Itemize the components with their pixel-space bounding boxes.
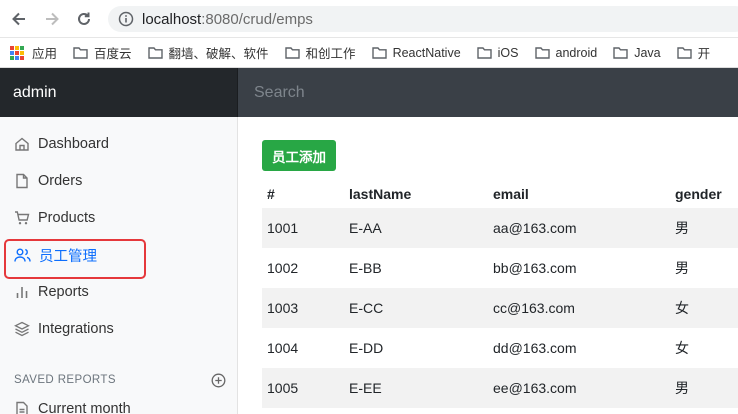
cell-lastname: E-EE (349, 380, 382, 396)
saved-reports-heading: SAVED REPORTS (14, 374, 116, 386)
address-bar[interactable]: localhost:8080/crud/emps (108, 6, 738, 32)
back-button[interactable] (9, 9, 29, 29)
folder-icon (147, 46, 163, 59)
bookmark-label: iOS (497, 45, 519, 60)
add-employee-button[interactable]: 员工添加 (262, 140, 336, 171)
bookmark-label: android (555, 45, 598, 60)
sidebar-item-integrations[interactable]: Integrations (14, 317, 114, 341)
cell-id: 1001 (267, 220, 299, 236)
cell-id: 1005 (267, 380, 299, 396)
sidebar-item-label: Orders (38, 173, 83, 189)
sidebar-item-label: Integrations (38, 321, 114, 337)
saved-report-current-month[interactable]: Current month (14, 397, 131, 414)
highlight-annotation-box (4, 239, 146, 279)
bookmark-folder[interactable]: Java (613, 45, 661, 60)
bookmark-folder[interactable]: ReactNative (371, 45, 461, 60)
column-header: lastName (349, 186, 412, 202)
folder-icon (676, 46, 692, 59)
cell-gender: 男 (675, 220, 689, 236)
column-header: gender (675, 186, 722, 202)
bookmark-label: 翻墙、破解、软件 (168, 47, 269, 61)
cell-email: aa@163.com (493, 220, 577, 236)
column-header: # (267, 186, 275, 202)
reload-button[interactable] (74, 9, 94, 29)
url-host: localhost (142, 10, 202, 28)
sidebar-item-label: Dashboard (38, 136, 109, 152)
bookmark-label: ReactNative (392, 45, 461, 60)
file-icon (16, 173, 28, 189)
sidebar-item-dashboard[interactable]: Dashboard (14, 132, 109, 156)
url-path: :8080/crud/emps (201, 10, 313, 28)
bar-chart-icon (16, 287, 28, 298)
cell-email: bb@163.com (493, 260, 577, 276)
main-content: 员工添加 # lastName email gender 1001 E-AA a… (238, 117, 738, 414)
sidebar-item-products[interactable]: Products (14, 206, 95, 230)
bookmark-label: 应用 (32, 47, 58, 61)
search-input[interactable]: Search (238, 68, 738, 117)
bookmark-folder[interactable]: 翻墙、破解、软件 (147, 43, 269, 62)
cell-lastname: E-AA (349, 220, 382, 236)
sidebar-item-label: Current month (38, 401, 131, 414)
bookmark-folder[interactable]: iOS (476, 45, 519, 60)
sidebar-item-label: Reports (38, 284, 89, 300)
home-icon (15, 137, 29, 151)
cell-gender: 男 (675, 380, 689, 396)
cell-lastname: E-DD (349, 340, 384, 356)
arrow-right-icon (46, 12, 59, 26)
file-text-icon (16, 401, 28, 414)
table-header-row: # lastName email gender (262, 179, 738, 211)
bookmark-label: 和创工作 (305, 47, 356, 61)
table-row: 1004 E-DD dd@163.com 女 (262, 328, 738, 368)
table-row: 1005 E-EE ee@163.com 男 (262, 368, 738, 408)
cell-gender: 女 (675, 300, 689, 316)
bookmark-label: 开 (697, 47, 711, 61)
cell-id: 1002 (267, 260, 299, 276)
bookmark-apps[interactable]: 应用 (10, 43, 57, 62)
arrow-left-icon (12, 12, 25, 26)
cell-id: 1003 (267, 300, 299, 316)
plus-circle-icon[interactable] (211, 373, 226, 388)
cell-gender: 男 (675, 260, 689, 276)
sidebar-item-label: Products (38, 210, 96, 226)
browser-toolbar: localhost:8080/crud/emps (0, 0, 738, 38)
sidebar-item-reports[interactable]: Reports (14, 280, 89, 304)
table-row: 1002 E-BB bb@163.com 男 (262, 248, 738, 288)
cart-icon (15, 211, 30, 225)
folder-icon (613, 46, 628, 59)
cell-email: cc@163.com (493, 300, 575, 316)
cell-id: 1004 (267, 340, 299, 356)
bookmark-label: 百度云 (94, 47, 132, 61)
column-header: email (493, 186, 529, 202)
table-row: 1003 E-CC cc@163.com 女 (262, 288, 738, 328)
bookmark-folder[interactable]: 和创工作 (284, 43, 356, 62)
info-icon (118, 11, 134, 27)
brand-link[interactable]: admin (0, 68, 238, 117)
bookmark-label: Java (634, 45, 661, 60)
bookmark-folder[interactable]: 开 (676, 43, 711, 62)
cell-email: ee@163.com (493, 380, 577, 396)
apps-icon (10, 45, 24, 60)
folder-icon (534, 46, 550, 59)
cell-email: dd@163.com (493, 340, 577, 356)
cell-lastname: E-CC (349, 300, 384, 316)
folder-icon (476, 46, 492, 59)
bookmark-folder[interactable]: android (534, 45, 598, 60)
folder-icon (73, 46, 88, 59)
reload-icon (78, 12, 90, 25)
table-row: 1001 E-AA aa@163.com 男 (262, 208, 738, 248)
bookmark-folder[interactable]: 百度云 (73, 43, 132, 62)
sidebar-item-orders[interactable]: Orders (14, 169, 82, 193)
saved-reports-header: SAVED REPORTS (14, 372, 226, 388)
top-navbar: admin Search (0, 68, 738, 117)
folder-icon (371, 46, 387, 59)
forward-button[interactable] (42, 9, 62, 29)
folder-icon (284, 46, 300, 59)
bookmarks-bar: 应用 百度云 翻墙、破解、软件 和创工作 ReactNative iOS and… (0, 38, 738, 68)
cell-gender: 女 (675, 340, 689, 356)
cell-lastname: E-BB (349, 260, 382, 276)
layers-icon (14, 321, 30, 337)
